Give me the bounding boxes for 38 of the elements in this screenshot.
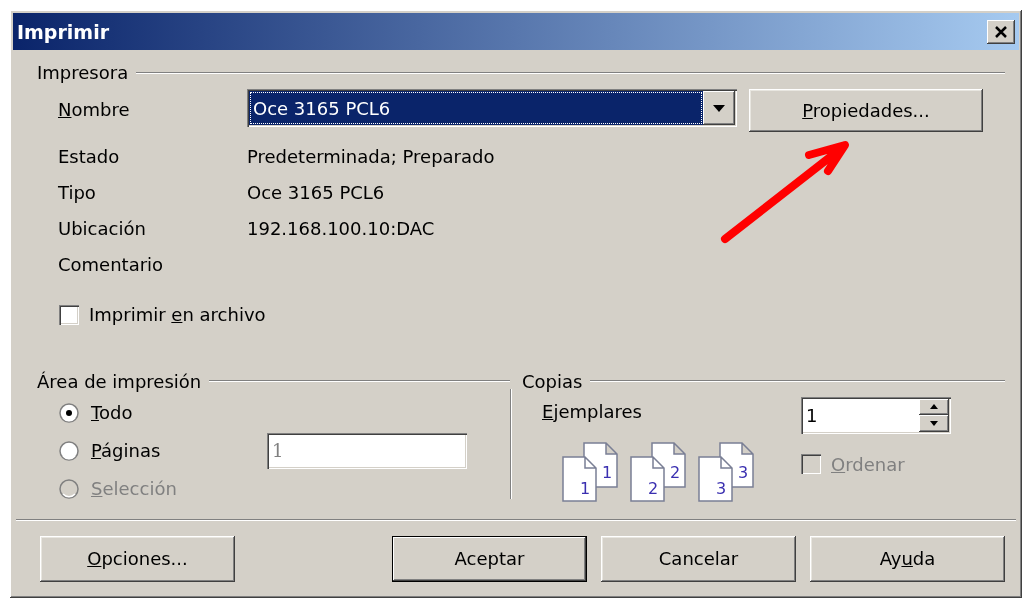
copies-spinner[interactable]: 1 (801, 396, 951, 434)
spin-up-button[interactable] (919, 398, 949, 415)
properties-button[interactable]: Propiedades... (749, 89, 983, 132)
field-value: Predeterminada; Preparado (247, 145, 495, 167)
radio-option[interactable]: Todo (59, 393, 267, 432)
printer-dropdown[interactable]: Oce 3165 PCL6 (247, 89, 737, 127)
field-value: 192.168.100.10:DAC (247, 217, 435, 239)
up-arrow-icon (930, 404, 938, 410)
window-title: Imprimir (17, 20, 110, 43)
dialog-button[interactable]: Ayuda (810, 535, 1005, 582)
page-number: 1 (579, 478, 591, 498)
close-icon (994, 25, 1008, 38)
page-number: 1 (601, 462, 613, 482)
close-button[interactable] (987, 19, 1015, 44)
field-label: Comentario (58, 252, 165, 277)
page-number: 2 (669, 462, 681, 482)
field-label: Ubicación (58, 216, 147, 241)
group-heading: Área de impresión (37, 370, 202, 392)
dropdown-arrow-icon (713, 104, 725, 112)
field-label: Tipo (58, 180, 97, 205)
group-heading: Impresora (37, 62, 129, 83)
page-number: 3 (737, 462, 749, 482)
field-label: Ejemplares (542, 400, 643, 422)
dialog-button[interactable]: Cancelar (601, 535, 796, 582)
page-number: 2 (647, 478, 659, 498)
field-label: Nombre (58, 97, 131, 122)
group-heading: Copias (522, 370, 583, 392)
field-value: Oce 3165 PCL6 (247, 181, 385, 203)
checkbox[interactable]: Imprimir en archivo (59, 304, 266, 325)
dropdown-value: Oce 3165 PCL6 (249, 91, 703, 125)
radio-option[interactable]: Páginas (59, 431, 267, 470)
dialog-button[interactable]: Aceptar (392, 535, 587, 582)
field-label: Estado (58, 144, 121, 169)
spin-down-button[interactable] (919, 415, 949, 432)
page-number: 3 (715, 478, 727, 498)
down-arrow-icon (930, 420, 938, 426)
spinner-value: 1 (806, 404, 819, 426)
dialog-button[interactable]: Opciones... (40, 535, 235, 582)
